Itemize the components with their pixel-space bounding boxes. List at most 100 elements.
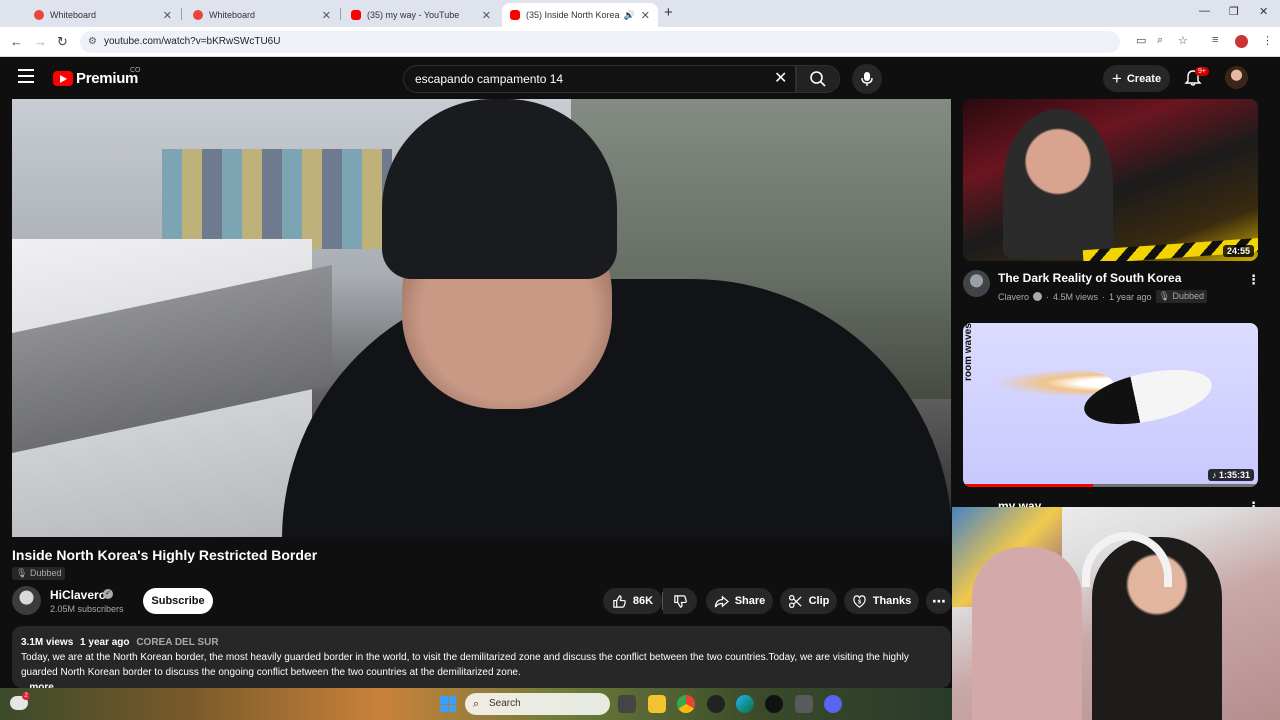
taskbar-search-placeholder: Search [489,698,521,709]
logo-brand-text: Premium [76,70,139,87]
thumbnail-person [1003,109,1113,259]
rec-title-1[interactable]: The Dark Reality of South Korea [998,271,1181,285]
taskbar-search-input[interactable]: ⌕ Search [465,693,610,715]
tab-youtube-north-korea[interactable]: (35) Inside North Korea's Hi 🔊 ✕ [502,3,658,27]
edge-icon[interactable] [736,695,754,713]
rec-thumbnail-2[interactable]: room waves ♪ 1:35:31 [963,323,1258,487]
windows-taskbar: 2 ⌕ Search [0,688,952,720]
description-text: Today, we are at the North Korean border… [21,652,909,678]
show-more-link[interactable]: ...more [21,680,942,688]
webcam-overlay [952,507,1280,720]
url-text: youtube.com/watch?v=bKRwSWcTU6U [104,36,281,47]
thumbs-down-icon [673,594,687,608]
tab-separator [181,8,182,20]
url-field[interactable]: ⚙ youtube.com/watch?v=bKRwSWcTU6U [80,31,1120,53]
restore-icon[interactable]: ❐ [1229,5,1239,18]
app-icon[interactable] [795,695,813,713]
cast-icon[interactable]: ▭ [1136,34,1146,47]
close-tab-icon[interactable]: ✕ [482,9,491,22]
youtube-play-icon [53,71,73,86]
verified-check-icon: ✓ [103,589,113,599]
rec-dubbed-label: Dubbed [1172,291,1205,301]
rec-channel-name[interactable]: Clavero [998,292,1029,302]
obs-icon[interactable] [765,695,783,713]
more-actions-button[interactable]: ⋯ [926,588,952,614]
tab-whiteboard-2[interactable]: Whiteboard ✕ [185,3,339,27]
svg-text:$: $ [858,599,862,605]
zoom-icon[interactable]: ⌕ [1157,34,1163,47]
video-player[interactable] [12,99,951,537]
meta-dot: · [1102,291,1106,302]
task-view-icon[interactable] [618,695,636,713]
menu-icon[interactable] [18,69,34,83]
bookmark-star-icon[interactable]: ☆ [1178,34,1188,47]
notification-count-badge: 9+ [1195,67,1209,76]
close-tab-icon[interactable]: ✕ [641,9,650,22]
close-tab-icon[interactable]: ✕ [163,9,172,22]
reload-icon[interactable]: ↻ [57,34,68,50]
view-count: 3.1M views [21,637,74,648]
upload-age: 1 year ago [80,637,130,648]
browser-tab-bar: Whiteboard ✕ Whiteboard ✕ (35) my way - … [0,0,1280,27]
browser-menu-icon[interactable]: ⋮ [1262,34,1273,47]
tab-separator [340,8,341,20]
subscriber-count: 2.05M subscribers [50,604,124,614]
minimize-icon[interactable]: — [1199,5,1210,17]
share-icon [714,595,729,607]
rec-dubbed-badge: 🎙 Dubbed [1155,290,1208,303]
duration-text: 1:35:31 [1218,470,1250,480]
new-tab-icon[interactable]: + [664,4,673,21]
tab-youtube-my-way[interactable]: (35) my way - YouTube ✕ [343,3,499,27]
voice-search-button[interactable] [852,64,882,94]
site-info-icon[interactable]: ⚙ [88,31,97,53]
back-icon[interactable]: ← [10,34,23,49]
rec-thumbnail-1[interactable]: 24:55 [963,99,1258,261]
watch-progress-fill [963,484,1093,487]
channel-avatar[interactable] [12,586,41,615]
create-label: Create [1126,72,1162,85]
rec-channel-avatar[interactable] [963,270,990,297]
close-tab-icon[interactable]: ✕ [322,9,331,22]
description-box[interactable]: 3.1M views 1 year ago COREA DEL SUR Toda… [12,626,951,688]
clip-button[interactable]: Clip [780,588,837,614]
subscribe-button[interactable]: Subscribe [143,588,213,614]
chrome-icon[interactable] [677,695,695,713]
youtube-favicon-icon [351,10,361,20]
forward-icon[interactable]: → [34,34,47,49]
meta-dot: · [1046,291,1050,302]
file-explorer-icon[interactable] [648,695,666,713]
video-title: Inside North Korea's Highly Restricted B… [12,547,318,563]
tab-whiteboard-1[interactable]: Whiteboard ✕ [26,3,180,27]
reading-list-icon[interactable]: ≡ [1212,34,1218,46]
search-input[interactable]: escapando campamento 14 [403,65,796,93]
thanks-button[interactable]: $ Thanks [844,588,919,614]
windows-start-icon[interactable] [440,696,456,712]
search-button[interactable] [796,65,840,93]
super-thanks-icon: $ [852,594,866,608]
profile-avatar[interactable] [1235,35,1248,48]
tab-title: (35) Inside North Korea's Hi [526,10,620,20]
youtube-premium-logo[interactable]: Premium CO [53,67,141,87]
share-button[interactable]: Share [706,588,773,614]
location-tag[interactable]: COREA DEL SUR [136,637,218,648]
close-window-icon[interactable]: ✕ [1259,5,1268,18]
dubbed-label: Dubbed [29,568,62,578]
audio-playing-icon[interactable]: 🔊 [624,10,635,21]
rec-age: 1 year ago [1109,291,1152,302]
watch-progress-bar [963,484,1258,487]
dislike-button[interactable] [663,588,697,614]
like-count: 86K [632,595,654,607]
discord-icon[interactable] [824,695,842,713]
music-note-icon: ♪ [1211,470,1217,480]
app-icon[interactable] [707,695,725,713]
dubbed-badge: 🎙 Dubbed [12,567,66,580]
description-meta: 3.1M views 1 year ago COREA DEL SUR [21,635,942,650]
channel-name[interactable]: HiClavero [50,588,106,602]
rec-options-icon[interactable]: ⋮ [1247,272,1260,288]
like-button[interactable]: 86K [603,588,662,614]
dubbed-icon: 🎙 [1158,291,1170,301]
account-avatar[interactable] [1225,66,1248,89]
search-icon: ⌕ [473,698,480,710]
clear-search-icon[interactable]: ✕ [774,68,787,88]
create-button[interactable]: + Create [1103,65,1170,92]
